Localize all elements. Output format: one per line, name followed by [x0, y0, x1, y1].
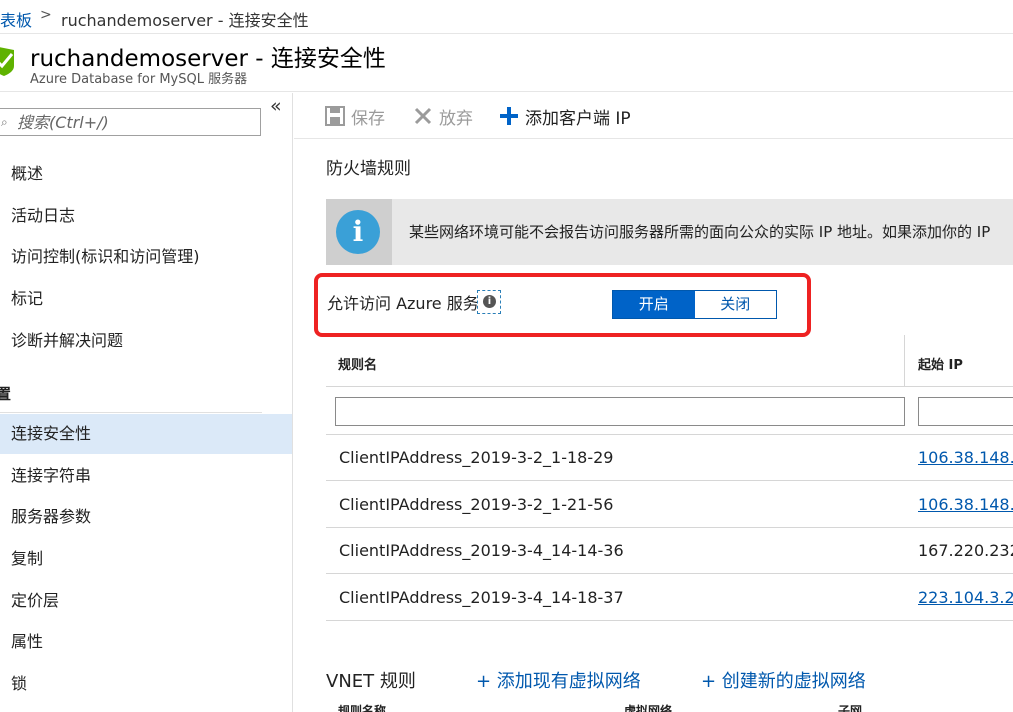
sidebar-item-overview[interactable]: 概述 — [0, 154, 292, 194]
breadcrumb-current: ruchandemoserver - 连接安全性 — [61, 11, 309, 30]
save-button[interactable]: 保存 — [325, 103, 385, 129]
search-icon: ⌕ — [1, 115, 8, 129]
sidebar-item-replication[interactable]: 复制 — [0, 539, 292, 579]
table-row[interactable]: ClientIPAddress_2019-3-2_1-21-56 106.38.… — [326, 482, 1013, 528]
close-icon — [414, 107, 432, 125]
add-client-ip-button[interactable]: 添加客户端 IP — [499, 103, 631, 129]
start-ip-cell[interactable]: 106.38.148.1 — [918, 495, 1013, 514]
info-tooltip-icon[interactable]: i — [477, 290, 501, 314]
discard-button[interactable]: 放弃 — [413, 103, 473, 129]
sidebar-item-access-control[interactable]: 访问控制(标识和访问管理) — [0, 237, 292, 277]
rule-name-cell: ClientIPAddress_2019-3-4_14-18-37 — [339, 588, 624, 607]
breadcrumb: 表板 > ruchandemoserver - 连接安全性 — [0, 0, 1013, 34]
save-label: 保存 — [351, 108, 385, 129]
sidebar-item-properties[interactable]: 属性 — [0, 622, 292, 662]
search-box[interactable]: ⌕ — [0, 108, 261, 136]
sidebar-item-activity-log[interactable]: 活动日志 — [0, 196, 292, 236]
column-header-start-ip: 起始 IP — [918, 358, 963, 373]
sidebar-item-pricing-tier[interactable]: 定价层 — [0, 581, 292, 621]
vnet-column-subnet: 子网 — [838, 704, 863, 712]
allow-azure-services-label: 允许访问 Azure 服务 — [327, 294, 479, 313]
page-header: ruchandemoserver - 连接安全性 Azure Database … — [0, 35, 1013, 92]
new-rule-name-input[interactable] — [335, 397, 905, 426]
new-start-ip-input[interactable] — [918, 397, 1013, 426]
start-ip-cell[interactable]: 106.38.148.1 — [918, 448, 1013, 467]
vnet-column-rule-name: 规则名称 — [338, 704, 387, 712]
page-subtitle: Azure Database for MySQL 服务器 — [30, 72, 248, 87]
start-ip-cell: 167.220.232. — [918, 541, 1013, 560]
create-new-vnet-link[interactable]: + 创建新的虚拟网络 — [701, 667, 866, 693]
vnet-section-title: VNET 规则 — [326, 671, 416, 692]
toggle-on-option[interactable]: 开启 — [613, 291, 695, 318]
info-banner: i 某些网络环境可能不会报告访问服务器所需的面向公众的实际 IP 地址。如果添加… — [326, 199, 1013, 265]
vnet-column-vnet: 虚拟网络 — [624, 704, 673, 712]
toggle-off-option[interactable]: 关闭 — [694, 291, 776, 318]
sidebar-item-server-parameters[interactable]: 服务器参数 — [0, 497, 292, 537]
start-ip-cell[interactable]: 223.104.3.20 — [918, 588, 1013, 607]
command-bar: 保存 放弃 添加客户端 IP — [294, 93, 1013, 139]
firewall-table-header: 规则名 起始 IP — [326, 335, 1013, 387]
table-row[interactable]: ClientIPAddress_2019-3-2_1-18-29 106.38.… — [326, 435, 1013, 481]
column-separator[interactable] — [904, 335, 905, 387]
sidebar-item-connection-security[interactable]: 连接安全性 — [0, 414, 292, 454]
sidebar-item-diagnose[interactable]: 诊断并解决问题 — [0, 321, 292, 361]
info-icon: i — [336, 210, 380, 254]
rule-name-cell: ClientIPAddress_2019-3-2_1-21-56 — [339, 495, 614, 514]
sidebar-item-connection-strings[interactable]: 连接字符串 — [0, 456, 292, 496]
add-existing-vnet-link[interactable]: + 添加现有虚拟网络 — [476, 667, 641, 693]
breadcrumb-dashboard-link[interactable]: 表板 — [0, 7, 32, 31]
sidebar: ⌕ « 概述 活动日志 访问控制(标识和访问管理) 标记 诊断并解决问题 置 连… — [0, 93, 293, 712]
rule-name-cell: ClientIPAddress_2019-3-4_14-14-36 — [339, 541, 624, 560]
collapse-sidebar-icon[interactable]: « — [270, 95, 282, 117]
table-row[interactable]: ClientIPAddress_2019-3-4_14-18-37 223.10… — [326, 575, 1013, 621]
breadcrumb-separator-icon: > — [40, 7, 52, 23]
discard-label: 放弃 — [439, 108, 473, 129]
plus-icon — [500, 107, 518, 125]
sidebar-item-locks[interactable]: 锁 — [0, 664, 292, 704]
save-icon — [325, 106, 345, 126]
shield-icon — [0, 47, 14, 76]
table-row[interactable]: ClientIPAddress_2019-3-4_14-14-36 167.22… — [326, 528, 1013, 574]
sidebar-item-tags[interactable]: 标记 — [0, 279, 292, 319]
info-banner-text: 某些网络环境可能不会报告访问服务器所需的面向公众的实际 IP 地址。如果添加你的… — [409, 223, 991, 241]
allow-azure-services-toggle[interactable]: 开启 关闭 — [612, 290, 777, 319]
info-icon-box: i — [326, 199, 392, 265]
rule-name-cell: ClientIPAddress_2019-3-2_1-18-29 — [339, 448, 614, 467]
section-divider — [0, 412, 262, 413]
add-client-ip-label: 添加客户端 IP — [525, 108, 631, 129]
firewall-section-title: 防火墙规则 — [326, 159, 411, 179]
column-header-rule-name: 规则名 — [338, 358, 378, 373]
sidebar-section-settings: 置 — [0, 385, 12, 403]
search-input[interactable] — [17, 112, 253, 132]
